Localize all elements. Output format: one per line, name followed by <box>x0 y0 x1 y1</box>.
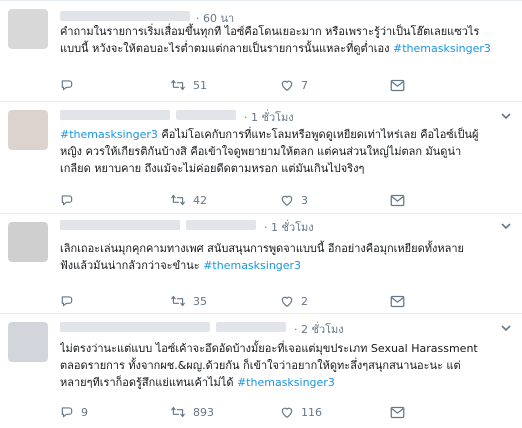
username-redacted <box>60 220 180 230</box>
reply-icon <box>61 195 73 206</box>
heart-icon <box>281 195 293 206</box>
tweet[interactable]: · 60 นา คำถามในรายการเริ่มเสื่อมขึ้นทุกท… <box>0 0 522 102</box>
like-count: 2 <box>301 294 308 308</box>
tweet-header: · 60 นา <box>60 9 500 25</box>
retweet-icon <box>171 295 185 307</box>
tweet-actions: 42 3 <box>60 192 480 208</box>
reply-button[interactable] <box>60 293 81 309</box>
reply-count: 9 <box>81 405 88 419</box>
chevron-down-icon[interactable] <box>500 110 512 122</box>
avatar[interactable] <box>8 222 48 262</box>
retweet-count: 35 <box>193 294 207 308</box>
retweet-count: 51 <box>193 78 207 92</box>
reply-button[interactable] <box>60 192 81 208</box>
hashtag-link[interactable]: #themasksinger3 <box>60 128 158 141</box>
tweet-text-line: หญิง ควรให้เกียรติกันบ้างสิ คือเข้าใจดูพ… <box>60 145 462 158</box>
timestamp-text: 1 ชั่วโมง <box>251 111 294 124</box>
retweet-button[interactable]: 42 <box>170 192 207 208</box>
tweet-text-line: ตลอดรายการ ทั้งจากผช.&ผญ.ด้วยกัน ก็เข้าใ… <box>60 359 461 372</box>
tweet-text: เลิกเถอะเล่นมุกคุกคามทางเพศ สนับสนุนการพ… <box>60 240 518 274</box>
tweet-text-segment: หลายๆทีเราก็อดรู้สึกแย่แทนเค้าไม่ได้ <box>60 376 234 389</box>
like-button[interactable]: 3 <box>280 192 308 208</box>
username-redacted <box>60 110 170 120</box>
chevron-down-icon[interactable] <box>500 220 512 232</box>
retweet-icon <box>171 194 185 206</box>
retweet-button[interactable]: 51 <box>170 77 207 93</box>
tweet-actions: 9 893 116 <box>60 404 480 420</box>
like-count: 7 <box>301 78 308 92</box>
tweet-actions: 35 2 <box>60 293 480 309</box>
avatar[interactable] <box>8 110 48 150</box>
tweet[interactable]: · 2 ชั่วโมง ไม่ตรงว่านะแต่แบบ ไอซ์เค้าจะ… <box>0 314 522 428</box>
retweet-icon <box>171 79 185 91</box>
dm-button[interactable] <box>390 77 405 93</box>
like-button[interactable]: 7 <box>280 77 308 93</box>
envelope-icon <box>390 79 405 91</box>
handle-redacted <box>216 322 286 332</box>
hashtag-link[interactable]: #themasksinger3 <box>393 42 491 55</box>
timestamp-text: 1 ชั่วโมง <box>271 221 314 234</box>
heart-icon <box>281 296 293 307</box>
retweet-count: 42 <box>193 193 207 207</box>
heart-icon <box>281 407 293 418</box>
tweet-header: · 2 ชั่วโมง <box>60 320 500 336</box>
like-count: 3 <box>301 193 308 207</box>
separator-dot: · <box>294 323 301 336</box>
like-button[interactable]: 116 <box>280 404 322 420</box>
tweet-text-segment: แบบนี้ หวังจะให้ตอบอะไรต่ำตมแต่กลายเป็นร… <box>60 42 390 55</box>
heart-icon <box>281 80 293 91</box>
tweet-text-line: ไม่ตรงว่านะแต่แบบ ไอซ์เค้าจะอึดอัดบ้างมั… <box>60 342 478 355</box>
reply-button[interactable] <box>60 77 81 93</box>
envelope-icon <box>390 406 405 418</box>
handle-redacted <box>176 110 236 120</box>
retweet-icon <box>171 406 185 418</box>
tweet-text-line: ฟังแล้วมันน่ากลัวกว่าจะขำนะ #themasksing… <box>60 257 518 274</box>
tweet-feed: · 60 นา คำถามในรายการเริ่มเสื่อมขึ้นทุกท… <box>0 0 522 428</box>
tweet-timestamp[interactable]: · 1 ชั่วโมง <box>264 218 314 236</box>
retweet-button[interactable]: 893 <box>170 404 214 420</box>
tweet-text-line: หลายๆทีเราก็อดรู้สึกแย่แทนเค้าไม่ได้ #th… <box>60 374 518 391</box>
reply-icon <box>61 80 73 91</box>
handle-redacted <box>186 220 256 230</box>
retweet-button[interactable]: 35 <box>170 293 207 309</box>
tweet-timestamp[interactable]: · 1 ชั่วโมง <box>244 108 294 126</box>
like-button[interactable]: 2 <box>280 293 308 309</box>
envelope-icon <box>390 295 405 307</box>
tweet-text: คำถามในรายการเริ่มเสื่อมขึ้นทุกที ไอซ์คื… <box>60 23 518 57</box>
tweet-text-line: คำถามในรายการเริ่มเสื่อมขึ้นทุกที ไอซ์คื… <box>60 25 480 38</box>
tweet-text-line: แบบนี้ หวังจะให้ตอบอะไรต่ำตมแต่กลายเป็นร… <box>60 40 518 57</box>
reply-icon <box>61 407 73 418</box>
retweet-count: 893 <box>193 405 214 419</box>
tweet[interactable]: · 1 ชั่วโมง เลิกเถอะเล่นมุกคุกคามทางเพศ … <box>0 214 522 314</box>
tweet-text: #themasksinger3 คือไม่โอเคกับการที่แทะโล… <box>60 126 518 177</box>
tweet-text-segment: คือไม่โอเคกับการที่แทะโลมหรือพูดดูเหยียด… <box>161 128 479 141</box>
reply-icon <box>61 296 73 307</box>
dm-button[interactable] <box>390 404 405 420</box>
tweet-actions: 51 7 <box>60 77 480 93</box>
tweet-timestamp[interactable]: · 2 ชั่วโมง <box>294 320 344 338</box>
username-redacted <box>60 11 190 21</box>
avatar[interactable] <box>8 322 48 362</box>
tweet-header: · 1 ชั่วโมง <box>60 218 500 234</box>
avatar[interactable] <box>8 9 48 49</box>
hashtag-link[interactable]: #themasksinger3 <box>203 259 301 272</box>
chevron-down-icon[interactable] <box>500 322 512 334</box>
like-count: 116 <box>301 405 322 419</box>
reply-button[interactable]: 9 <box>60 404 88 420</box>
tweet-text-line: เกลียด หยาบคาย ถึงแม้จะไม่ค่อยดีดตามหรอก… <box>60 162 365 175</box>
dm-button[interactable] <box>390 293 405 309</box>
timestamp-text: 2 ชั่วโมง <box>301 323 344 336</box>
separator-dot: · <box>264 221 271 234</box>
tweet-text: ไม่ตรงว่านะแต่แบบ ไอซ์เค้าจะอึดอัดบ้างมั… <box>60 340 518 391</box>
hashtag-link[interactable]: #themasksinger3 <box>237 376 335 389</box>
tweet[interactable]: · 1 ชั่วโมง #themasksinger3 คือไม่โอเคกั… <box>0 102 522 214</box>
dm-button[interactable] <box>390 192 405 208</box>
separator-dot: · <box>244 111 251 124</box>
tweet-text-line: #themasksinger3 คือไม่โอเคกับการที่แทะโล… <box>60 126 518 143</box>
envelope-icon <box>390 194 405 206</box>
tweet-text-line: เลิกเถอะเล่นมุกคุกคามทางเพศ สนับสนุนการพ… <box>60 242 464 255</box>
tweet-text-segment: ฟังแล้วมันน่ากลัวกว่าจะขำนะ <box>60 259 200 272</box>
tweet-header: · 1 ชั่วโมง <box>60 108 500 124</box>
username-redacted <box>60 322 210 332</box>
